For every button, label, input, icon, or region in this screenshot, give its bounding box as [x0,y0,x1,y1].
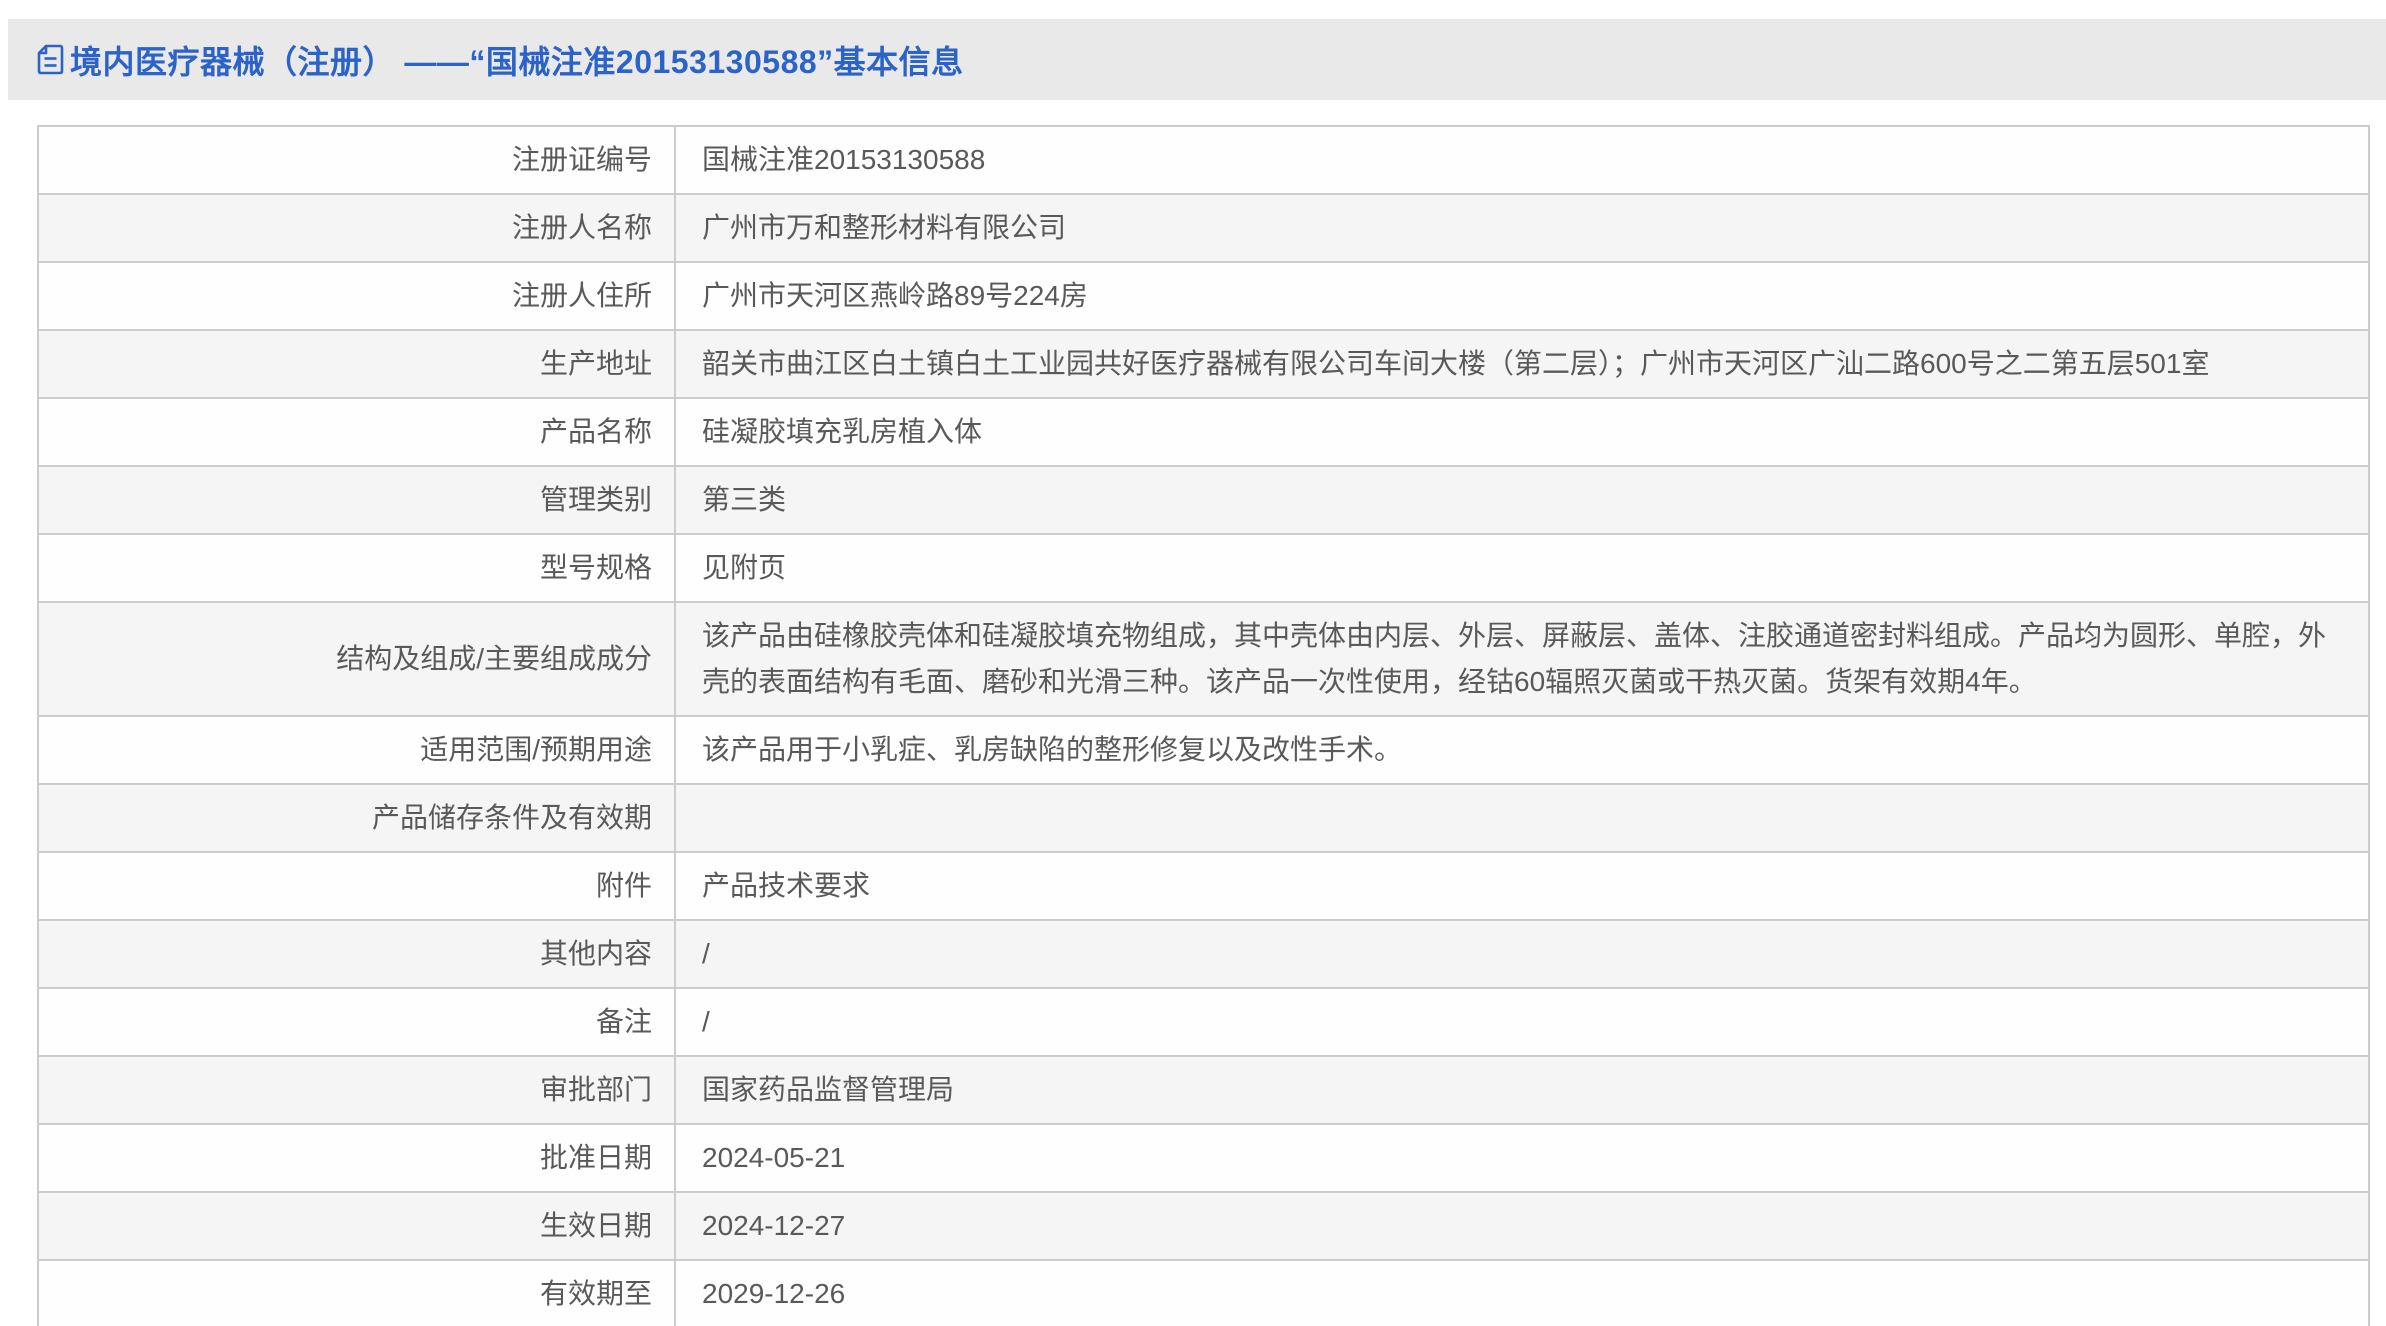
row-label: 有效期至 [39,1261,676,1326]
table-row-attachments: 附件 产品技术要求 [39,853,2368,921]
table-row-approval-department: 审批部门 国家药品监督管理局 [39,1057,2368,1125]
row-label: 其他内容 [39,921,676,987]
row-label: 注册人名称 [39,195,676,261]
table-row-valid-until: 有效期至 2029-12-26 [39,1261,2368,1326]
row-label: 注册证编号 [39,127,676,193]
row-value: / [676,989,2368,1055]
table-row-production-address: 生产地址 韶关市曲江区白土镇白土工业园共好医疗器械有限公司车间大楼（第二层）；广… [39,331,2368,399]
row-value: 国械注准20153130588 [676,127,2368,193]
row-label: 附件 [39,853,676,919]
table-row-registrant-address: 注册人住所 广州市天河区燕岭路89号224房 [39,263,2368,331]
table-row-effective-date: 生效日期 2024-12-27 [39,1193,2368,1261]
row-label: 型号规格 [39,535,676,601]
table-row-registration-number: 注册证编号 国械注准20153130588 [39,127,2368,195]
row-value: 广州市万和整形材料有限公司 [676,195,2368,261]
row-label: 注册人住所 [39,263,676,329]
row-label: 生产地址 [39,331,676,397]
page-header: 境内医疗器械（注册） ——“国械注准20153130588”基本信息 [8,19,2386,100]
row-label: 适用范围/预期用途 [39,717,676,783]
row-value: 2029-12-26 [676,1261,2368,1326]
table-row-intended-use: 适用范围/预期用途 该产品用于小乳症、乳房缺陷的整形修复以及改性手术。 [39,717,2368,785]
row-value: 广州市天河区燕岭路89号224房 [676,263,2368,329]
registration-info-table: 注册证编号 国械注准20153130588 注册人名称 广州市万和整形材料有限公… [37,125,2370,1326]
table-row-approval-date: 批准日期 2024-05-21 [39,1125,2368,1193]
row-label: 审批部门 [39,1057,676,1123]
row-value: 第三类 [676,467,2368,533]
row-value: 该产品由硅橡胶壳体和硅凝胶填充物组成，其中壳体由内层、外层、屏蔽层、盖体、注胶通… [676,603,2368,715]
row-label: 产品名称 [39,399,676,465]
row-label: 管理类别 [39,467,676,533]
row-value: / [676,921,2368,987]
row-label: 批准日期 [39,1125,676,1191]
table-row-remarks: 备注 / [39,989,2368,1057]
page-title: 境内医疗器械（注册） ——“国械注准20153130588”基本信息 [70,37,964,83]
row-label: 生效日期 [39,1193,676,1259]
table-row-registrant-name: 注册人名称 广州市万和整形材料有限公司 [39,195,2368,263]
row-value: 该产品用于小乳症、乳房缺陷的整形修复以及改性手术。 [676,717,2368,783]
row-value: 国家药品监督管理局 [676,1057,2368,1123]
row-value: 硅凝胶填充乳房植入体 [676,399,2368,465]
table-row-storage-conditions: 产品储存条件及有效期 [39,785,2368,853]
row-label: 结构及组成/主要组成成分 [39,603,676,715]
row-value: 韶关市曲江区白土镇白土工业园共好医疗器械有限公司车间大楼（第二层）；广州市天河区… [676,331,2368,397]
row-label: 产品储存条件及有效期 [39,785,676,851]
document-icon [37,44,64,75]
table-row-other-content: 其他内容 / [39,921,2368,989]
table-row-model-spec: 型号规格 见附页 [39,535,2368,603]
row-value: 见附页 [676,535,2368,601]
row-value: 产品技术要求 [676,853,2368,919]
table-row-management-category: 管理类别 第三类 [39,467,2368,535]
row-value: 2024-12-27 [676,1193,2368,1259]
row-value: 2024-05-21 [676,1125,2368,1191]
row-value [676,785,2368,851]
table-row-product-name: 产品名称 硅凝胶填充乳房植入体 [39,399,2368,467]
table-row-structure-composition: 结构及组成/主要组成成分 该产品由硅橡胶壳体和硅凝胶填充物组成，其中壳体由内层、… [39,603,2368,717]
row-label: 备注 [39,989,676,1055]
